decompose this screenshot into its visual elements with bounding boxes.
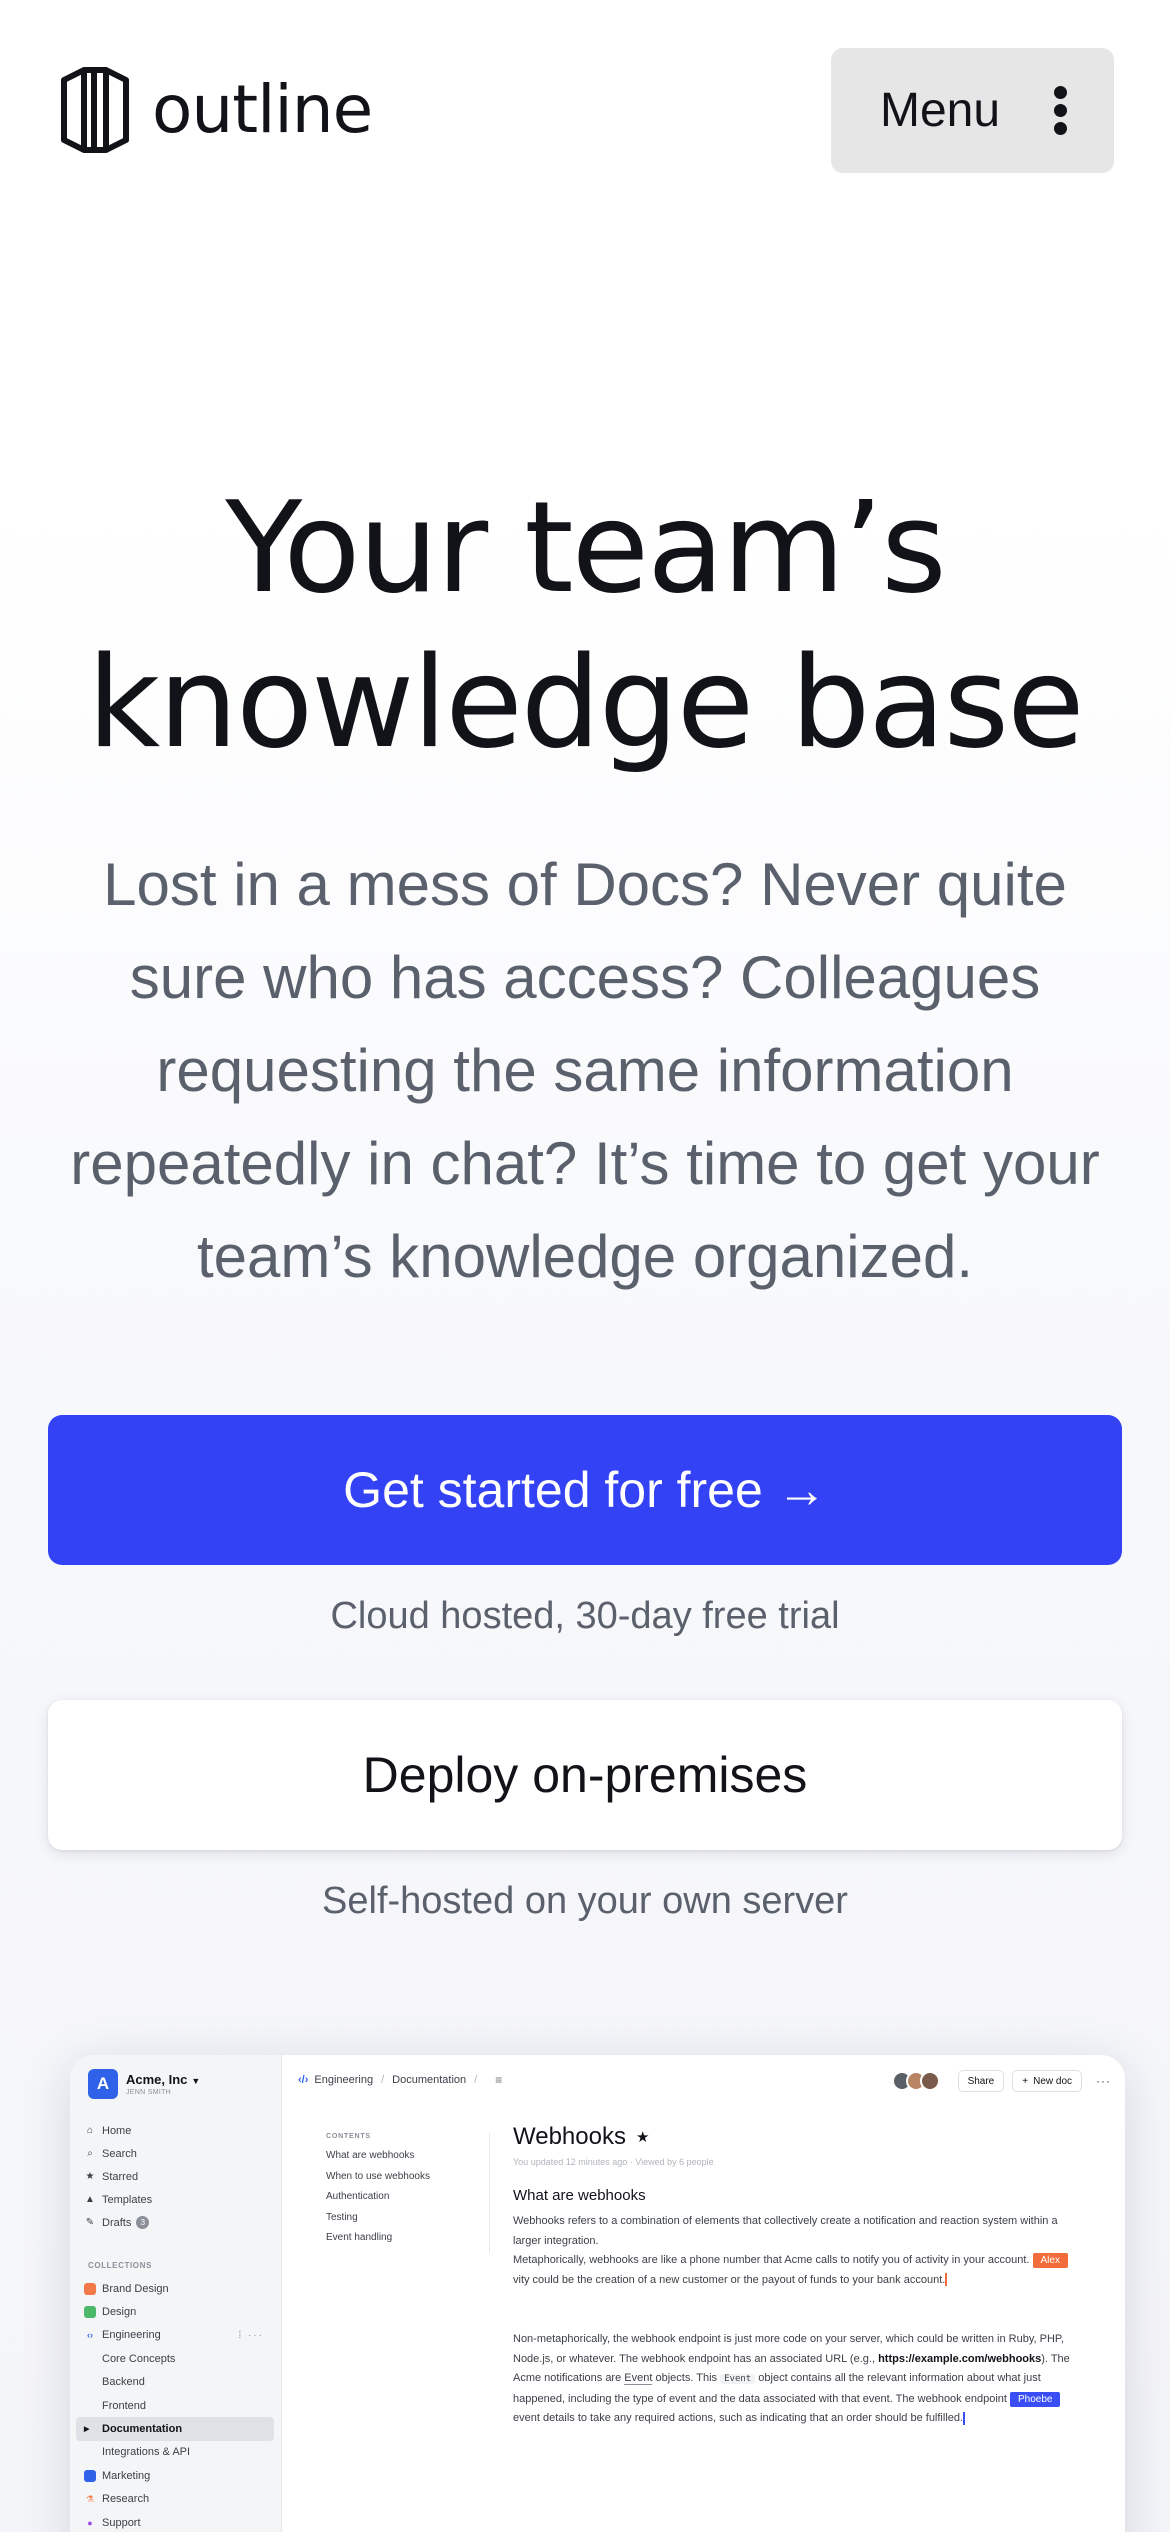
- caret-down-icon: ▼: [191, 2076, 201, 2086]
- sidebar-nav: ⌂ Home ⌕ Search ★ Starred ▲ Templates ✎ Draft…: [84, 2119, 274, 2234]
- sidebar-item-starred[interactable]: ★ Starred: [84, 2165, 274, 2188]
- pencil-icon: ✎: [85, 2217, 95, 2228]
- hero-subtitle: Lost in a mess of Docs? Never quite sure…: [70, 851, 1100, 1290]
- new-doc-button[interactable]: + New doc: [1012, 2070, 1082, 2092]
- doc-paragraph[interactable]: Webhooks refers to a combination of elem…: [513, 2212, 1073, 2290]
- toc-heading: CONTENTS: [326, 2133, 371, 2140]
- list-icon[interactable]: ≡: [495, 2073, 502, 2087]
- collection-tools-icon[interactable]: ⁞ ···: [238, 2330, 264, 2341]
- shapes-icon: ▲: [85, 2194, 95, 2205]
- logo-text: outline: [152, 71, 373, 148]
- sidebar-item-search[interactable]: ⌕ Search: [84, 2142, 274, 2165]
- hero-title-line1: Your team’s: [225, 474, 947, 621]
- toc-divider: [489, 2133, 490, 2253]
- breadcrumb: ‹/› Engineering / Documentation / ≡: [298, 2073, 503, 2087]
- site-header: outline Menu: [0, 0, 1170, 230]
- menu-label: Menu: [880, 84, 1001, 137]
- doc-core-concepts[interactable]: Core Concepts: [84, 2347, 274, 2370]
- code-icon: ‹/›: [298, 2074, 309, 2086]
- menu-button[interactable]: Menu: [831, 48, 1114, 173]
- deploy-on-premises-button[interactable]: Deploy on-premises: [48, 1700, 1122, 1850]
- star-icon: ★: [85, 2171, 95, 2182]
- deploy-label: Deploy on-premises: [362, 1747, 808, 1803]
- home-icon: ⌂: [86, 2125, 94, 2136]
- avatar: [919, 2071, 940, 2091]
- sidebar-item-drafts[interactable]: ✎ Drafts 3: [84, 2211, 274, 2234]
- team-avatar: A: [88, 2069, 118, 2099]
- share-button[interactable]: Share: [957, 2070, 1005, 2092]
- design-icon: [84, 2306, 96, 2319]
- breadcrumb-engineering[interactable]: Engineering: [314, 2074, 373, 2086]
- outline-logo-icon: [61, 67, 129, 153]
- doc-frontend[interactable]: Frontend: [84, 2394, 274, 2417]
- bulb-icon: ●: [87, 2517, 93, 2528]
- toc-item[interactable]: Event handling: [326, 2232, 486, 2253]
- get-started-label: Get started for free: [343, 1462, 763, 1518]
- triangle-right-icon: ▶: [84, 2426, 90, 2434]
- toc-item[interactable]: Testing: [326, 2212, 486, 2233]
- app-preview: A Acme, Inc ▼ JENN SMITH ⌂ Home ⌕ Search ★ S…: [70, 2055, 1125, 2532]
- cloud-hosted-note: Cloud hosted, 30-day free trial: [330, 1595, 840, 1637]
- more-icon[interactable]: ···: [1096, 2074, 1111, 2088]
- doc-actions: Share + New doc ···: [891, 2070, 1111, 2092]
- self-hosted-note: Self-hosted on your own server: [322, 1880, 848, 1922]
- hero-title-line2: knowledge base: [87, 629, 1084, 776]
- doc-link[interactable]: https://example.com/webhooks: [878, 2353, 1041, 2365]
- doc-topbar: ‹/› Engineering / Documentation / ≡ Shar…: [282, 2055, 1125, 2105]
- collection-engineering[interactable]: ‹› Engineering ⁞ ···: [84, 2324, 274, 2347]
- collaborator-cursor-phoebe: Phoebe: [1010, 2391, 1061, 2407]
- collection-brand-design[interactable]: Brand Design: [84, 2277, 274, 2300]
- doc-title: Webhooks ★: [513, 2123, 650, 2150]
- kebab-icon: [1054, 86, 1068, 136]
- collection-research[interactable]: ⚗ Research: [84, 2488, 274, 2511]
- document: Webhooks ★ You updated 12 minutes ago · V…: [513, 2123, 1073, 2429]
- table-of-contents: CONTENTS What are webhooks When to use w…: [326, 2133, 486, 2253]
- app-sidebar: A Acme, Inc ▼ JENN SMITH ⌂ Home ⌕ Search ★ S…: [70, 2055, 282, 2532]
- doc-paragraph[interactable]: Non-metaphorically, the webhook endpoint…: [513, 2330, 1073, 2429]
- star-icon[interactable]: ★: [636, 2128, 649, 2146]
- toc-item[interactable]: When to use webhooks: [326, 2171, 486, 2192]
- sidebar-item-home[interactable]: ⌂ Home: [84, 2119, 274, 2142]
- toc-item[interactable]: Authentication: [326, 2191, 486, 2212]
- marketing-icon: [84, 2469, 96, 2482]
- toc-item[interactable]: What are webhooks: [326, 2150, 486, 2171]
- search-icon: ⌕: [87, 2148, 93, 2159]
- collaborator-avatars[interactable]: [891, 2071, 940, 2091]
- flask-icon: ⚗: [85, 2493, 95, 2504]
- breadcrumb-documentation[interactable]: Documentation: [392, 2074, 466, 2086]
- collections-list: Brand Design Design ‹› Engineering ⁞ ··· C…: [76, 2277, 274, 2532]
- doc-documentation[interactable]: ▶ Documentation: [76, 2417, 274, 2441]
- sidebar-item-templates[interactable]: ▲ Templates: [84, 2188, 274, 2211]
- doc-meta: You updated 12 minutes ago · Viewed by 6…: [513, 2157, 714, 2167]
- team-switcher[interactable]: A Acme, Inc ▼ JENN SMITH: [88, 2069, 200, 2099]
- plus-icon: +: [1022, 2075, 1029, 2087]
- inline-code: Event: [720, 2374, 756, 2384]
- doc-integrations-api[interactable]: Integrations & API: [84, 2441, 274, 2464]
- app-main: ‹/› Engineering / Documentation / ≡ Shar…: [282, 2055, 1125, 2532]
- palette-icon: [84, 2282, 96, 2295]
- team-user: JENN SMITH: [126, 2089, 171, 2096]
- arrow-right-icon: →: [776, 1462, 827, 1518]
- team-name: Acme, Inc ▼: [126, 2072, 201, 2087]
- code-icon: ‹›: [87, 2330, 93, 2341]
- hero-title: Your team’s knowledge base: [0, 470, 1170, 780]
- collection-design[interactable]: Design: [84, 2300, 274, 2323]
- get-started-button[interactable]: Get started for free →: [48, 1415, 1122, 1565]
- drafts-count-badge: 3: [136, 2216, 150, 2229]
- collection-support[interactable]: ● Support: [84, 2511, 274, 2532]
- collections-heading: COLLECTIONS: [88, 2261, 152, 2270]
- collection-marketing[interactable]: Marketing: [84, 2464, 274, 2487]
- doc-heading: What are webhooks: [513, 2187, 646, 2204]
- doc-backend[interactable]: Backend: [84, 2371, 274, 2394]
- outline-logo[interactable]: outline: [58, 62, 373, 158]
- collaborator-cursor-alex: Alex: [1032, 2253, 1068, 2268]
